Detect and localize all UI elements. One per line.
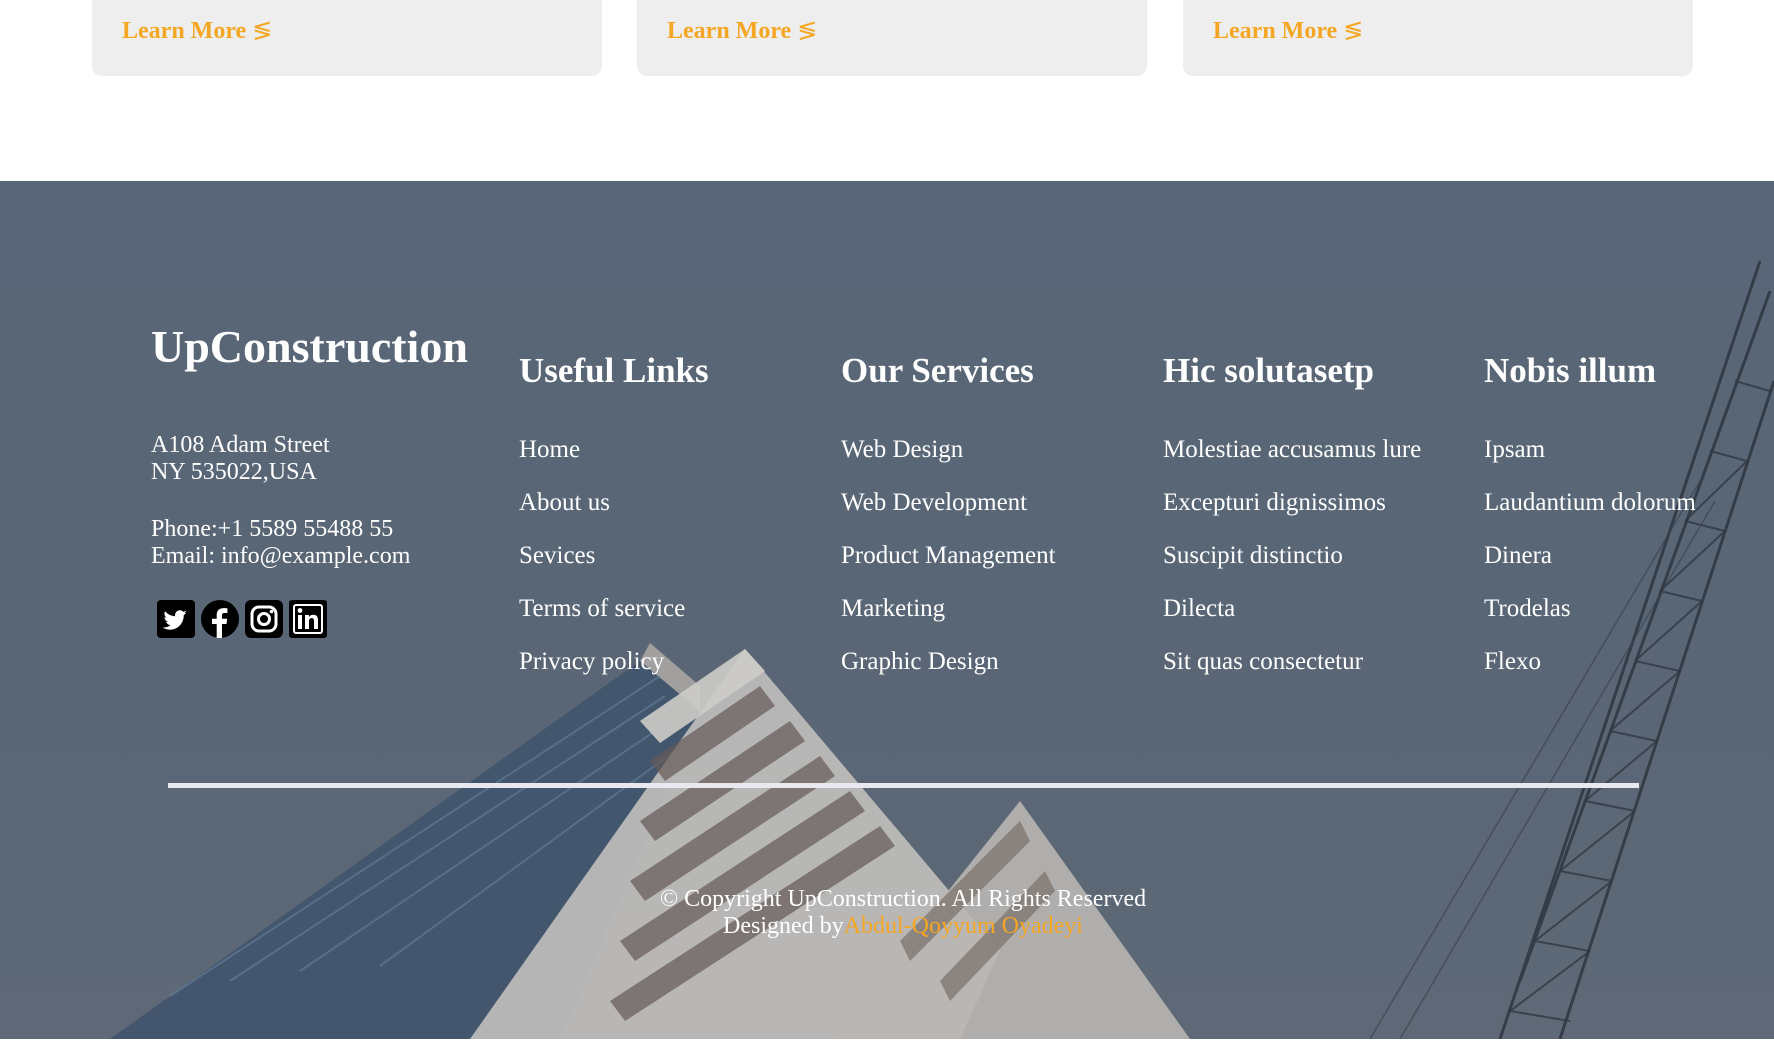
footer-link[interactable]: Dilecta <box>1163 595 1235 622</box>
footer-link-home[interactable]: Home <box>519 436 580 463</box>
page: Learn More ≶ Learn More ≶ Learn More ≶ U… <box>0 0 1774 1045</box>
list-item: Sit quas consectetur <box>1163 647 1421 700</box>
footer-divider <box>168 783 1639 788</box>
list-item: Trodelas <box>1484 594 1696 647</box>
footer-column-our-services: Our Services Web Design Web Development … <box>841 351 1056 700</box>
twitter-link[interactable] <box>157 600 195 638</box>
footer-link[interactable]: Suscipit distinctio <box>1163 542 1343 569</box>
footer-link[interactable]: Laudantium dolorum <box>1484 489 1696 516</box>
service-card: Learn More ≶ <box>637 0 1147 76</box>
list-item: Molestiae accusamus lure <box>1163 435 1421 488</box>
footer-link[interactable]: Sit quas consectetur <box>1163 648 1363 675</box>
designer-link[interactable]: Abdul-Qoyyum Oyadeyi <box>844 913 1083 939</box>
facebook-icon <box>201 600 239 638</box>
linkedin-icon <box>289 600 327 638</box>
footer-link-about-us[interactable]: About us <box>519 489 610 516</box>
link-list: Molestiae accusamus lure Excepturi digni… <box>1163 435 1421 700</box>
learn-more-link[interactable]: Learn More ≶ <box>667 16 817 45</box>
site-footer: UpConstruction A108 Adam Street NY 53502… <box>0 181 1774 1039</box>
footer-link-product-management[interactable]: Product Management <box>841 542 1056 569</box>
footer-link-privacy[interactable]: Privacy policy <box>519 648 664 675</box>
footer-address: A108 Adam Street NY 535022,USA <box>151 432 330 486</box>
footer-link[interactable]: Ipsam <box>1484 436 1545 463</box>
facebook-link[interactable] <box>201 600 239 638</box>
email-value: info@example.com <box>220 543 411 569</box>
list-item: Product Management <box>841 541 1056 594</box>
footer-link[interactable]: Molestiae accusamus lure <box>1163 436 1421 463</box>
list-item: Excepturi dignissimos <box>1163 488 1421 541</box>
service-card: Learn More ≶ <box>1183 0 1693 76</box>
footer-contact: Phone:+1 5589 55488 55 Email: info@examp… <box>151 516 410 570</box>
instagram-link[interactable] <box>245 600 283 638</box>
footer-column-useful-links: Useful Links Home About us Sevices Terms… <box>519 351 709 700</box>
footer-link[interactable]: Trodelas <box>1484 595 1571 622</box>
list-item: Sevices <box>519 541 709 594</box>
link-list: Ipsam Laudantium dolorum Dinera Trodelas… <box>1484 435 1696 700</box>
list-item: Marketing <box>841 594 1056 647</box>
column-title: Hic solutasetp <box>1163 351 1374 390</box>
list-item: Terms of service <box>519 594 709 647</box>
link-list: Home About us Sevices Terms of service P… <box>519 435 709 700</box>
footer-link-marketing[interactable]: Marketing <box>841 595 945 622</box>
link-list: Web Design Web Development Product Manag… <box>841 435 1056 700</box>
footer-column-hic-solutasetp: Hic solutasetp Molestiae accusamus lure … <box>1163 351 1421 700</box>
phone-line: Phone:+1 5589 55488 55 <box>151 516 410 543</box>
instagram-icon <box>245 600 283 638</box>
footer-link-terms[interactable]: Terms of service <box>519 595 685 622</box>
designed-by-line: Designed byAbdul-Qoyyum Oyadeyi <box>0 913 1774 940</box>
footer-column-nobis-illum: Nobis illum Ipsam Laudantium dolorum Din… <box>1484 351 1696 700</box>
list-item: Laudantium dolorum <box>1484 488 1696 541</box>
list-item: Dilecta <box>1163 594 1421 647</box>
footer-link-web-development[interactable]: Web Development <box>841 489 1027 516</box>
arrow-icon: ≶ <box>1343 18 1364 44</box>
column-title: Nobis illum <box>1484 351 1657 390</box>
learn-more-link[interactable]: Learn More ≶ <box>122 16 272 45</box>
social-links <box>157 600 327 638</box>
copyright-text: © Copyright UpConstruction. All Rights R… <box>659 886 1147 912</box>
list-item: Ipsam <box>1484 435 1696 488</box>
list-item: Privacy policy <box>519 647 709 700</box>
footer-link[interactable]: Dinera <box>1484 542 1552 569</box>
list-item: About us <box>519 488 709 541</box>
list-item: Web Design <box>841 435 1056 488</box>
footer-link-web-design[interactable]: Web Design <box>841 436 963 463</box>
list-item: Flexo <box>1484 647 1696 700</box>
linkedin-link[interactable] <box>289 600 327 638</box>
column-title: Our Services <box>841 351 1034 390</box>
email-line: Email: info@example.com <box>151 543 410 570</box>
footer-brand: UpConstruction <box>151 321 468 372</box>
footer-link-services[interactable]: Sevices <box>519 542 595 569</box>
learn-more-label: Learn More <box>122 18 247 44</box>
learn-more-link[interactable]: Learn More ≶ <box>1213 16 1363 45</box>
arrow-icon: ≶ <box>252 18 273 44</box>
footer-link[interactable]: Flexo <box>1484 648 1541 675</box>
footer-link-graphic-design[interactable]: Graphic Design <box>841 648 999 675</box>
address-line: A108 Adam Street <box>151 432 330 458</box>
service-card: Learn More ≶ <box>92 0 602 76</box>
column-title: Useful Links <box>519 351 709 390</box>
service-cards-strip: Learn More ≶ Learn More ≶ Learn More ≶ <box>0 0 1774 181</box>
list-item: Home <box>519 435 709 488</box>
email-label: Email: <box>151 543 215 569</box>
list-item: Dinera <box>1484 541 1696 594</box>
address-line: NY 535022,USA <box>151 459 317 485</box>
phone-label: Phone: <box>151 516 218 542</box>
footer-link[interactable]: Excepturi dignissimos <box>1163 489 1386 516</box>
list-item: Suscipit distinctio <box>1163 541 1421 594</box>
designed-by-label: Designed by <box>723 913 844 939</box>
list-item: Web Development <box>841 488 1056 541</box>
phone-value: +1 5589 55488 55 <box>217 516 394 542</box>
learn-more-label: Learn More <box>1213 18 1338 44</box>
learn-more-label: Learn More <box>667 18 792 44</box>
twitter-icon <box>157 600 195 638</box>
arrow-icon: ≶ <box>797 18 818 44</box>
copyright-block: © Copyright UpConstruction. All Rights R… <box>0 886 1774 940</box>
list-item: Graphic Design <box>841 647 1056 700</box>
